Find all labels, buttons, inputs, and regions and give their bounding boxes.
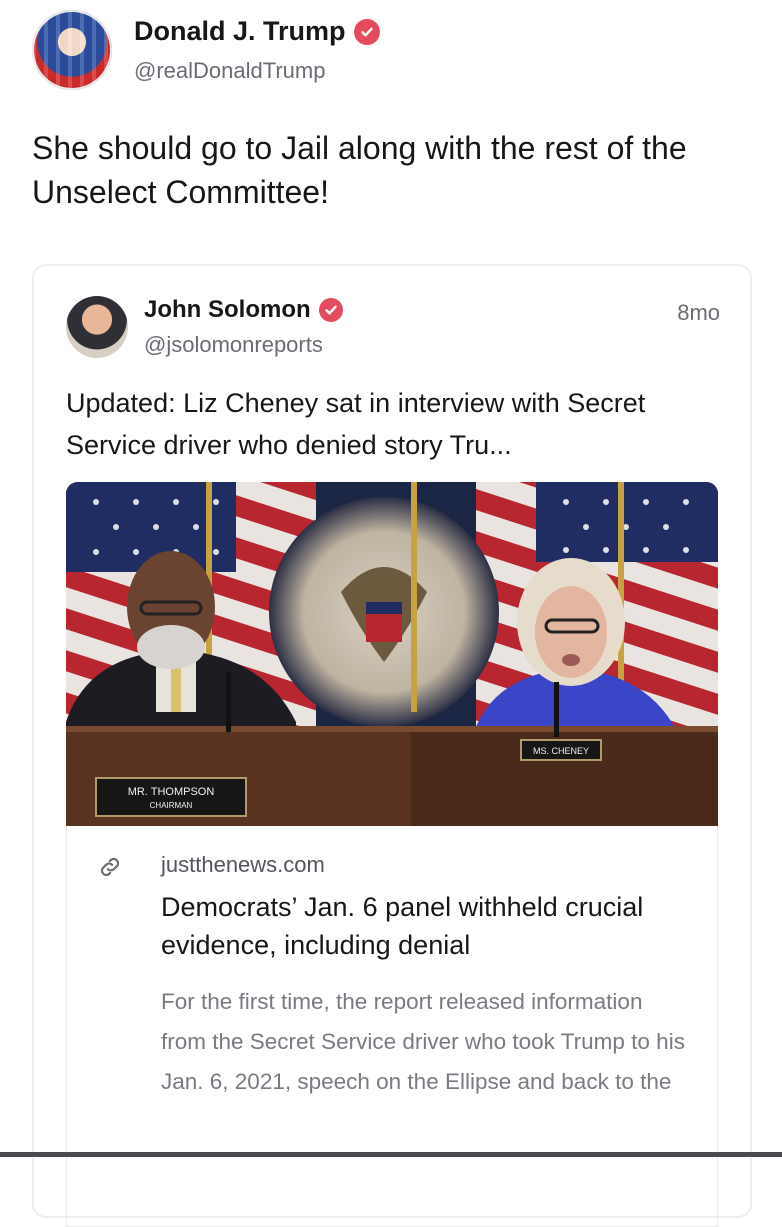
author-name-row[interactable]: Donald J. Trump [134, 16, 380, 47]
quoted-author-name-row[interactable]: John Solomon [144, 296, 343, 324]
post-text: She should go to Jail along with the res… [32, 130, 687, 210]
quoted-author-handle[interactable]: @jsolomonreports [144, 332, 323, 358]
verified-badge-icon [318, 298, 343, 322]
link-description: For the first time, the report released … [161, 989, 685, 1094]
link-domain[interactable]: justthenews.com [161, 852, 325, 878]
post: Donald J. Trump @realDonaldTrump She sho… [0, 0, 782, 1227]
hearing-photo: MR. THOMPSON CHAIRMAN MS. CHENEY [66, 482, 718, 826]
bottom-edge-bar [0, 1152, 782, 1157]
link-preview[interactable]: justthenews.com Democrats’ Jan. 6 panel … [66, 826, 718, 1227]
svg-text:MS. CHENEY: MS. CHENEY [533, 746, 589, 756]
nameplate-thompson: MR. THOMPSON CHAIRMAN [95, 777, 247, 817]
author-avatar[interactable] [32, 10, 112, 90]
svg-text:MR. THOMPSON: MR. THOMPSON [128, 786, 215, 798]
author-name[interactable]: Donald J. Trump [134, 16, 346, 47]
post-timestamp[interactable]: 8mo [677, 300, 720, 326]
quoted-post-text: Updated: Liz Cheney sat in interview wit… [66, 388, 646, 460]
link-chain-icon [100, 857, 120, 877]
verified-badge-icon [353, 18, 380, 45]
quoted-author-name[interactable]: John Solomon [144, 296, 311, 324]
svg-text:CHAIRMAN: CHAIRMAN [150, 801, 193, 810]
link-preview-image[interactable]: MR. THOMPSON CHAIRMAN MS. CHENEY [66, 482, 718, 826]
nameplate-cheney: MS. CHENEY [520, 739, 602, 761]
author-handle[interactable]: @realDonaldTrump [134, 58, 325, 84]
quoted-post-card[interactable]: John Solomon @jsolomonreports 8mo Update… [32, 264, 752, 1227]
quoted-author-avatar[interactable] [66, 296, 128, 358]
link-title[interactable]: Democrats’ Jan. 6 panel withheld crucial… [161, 888, 691, 964]
